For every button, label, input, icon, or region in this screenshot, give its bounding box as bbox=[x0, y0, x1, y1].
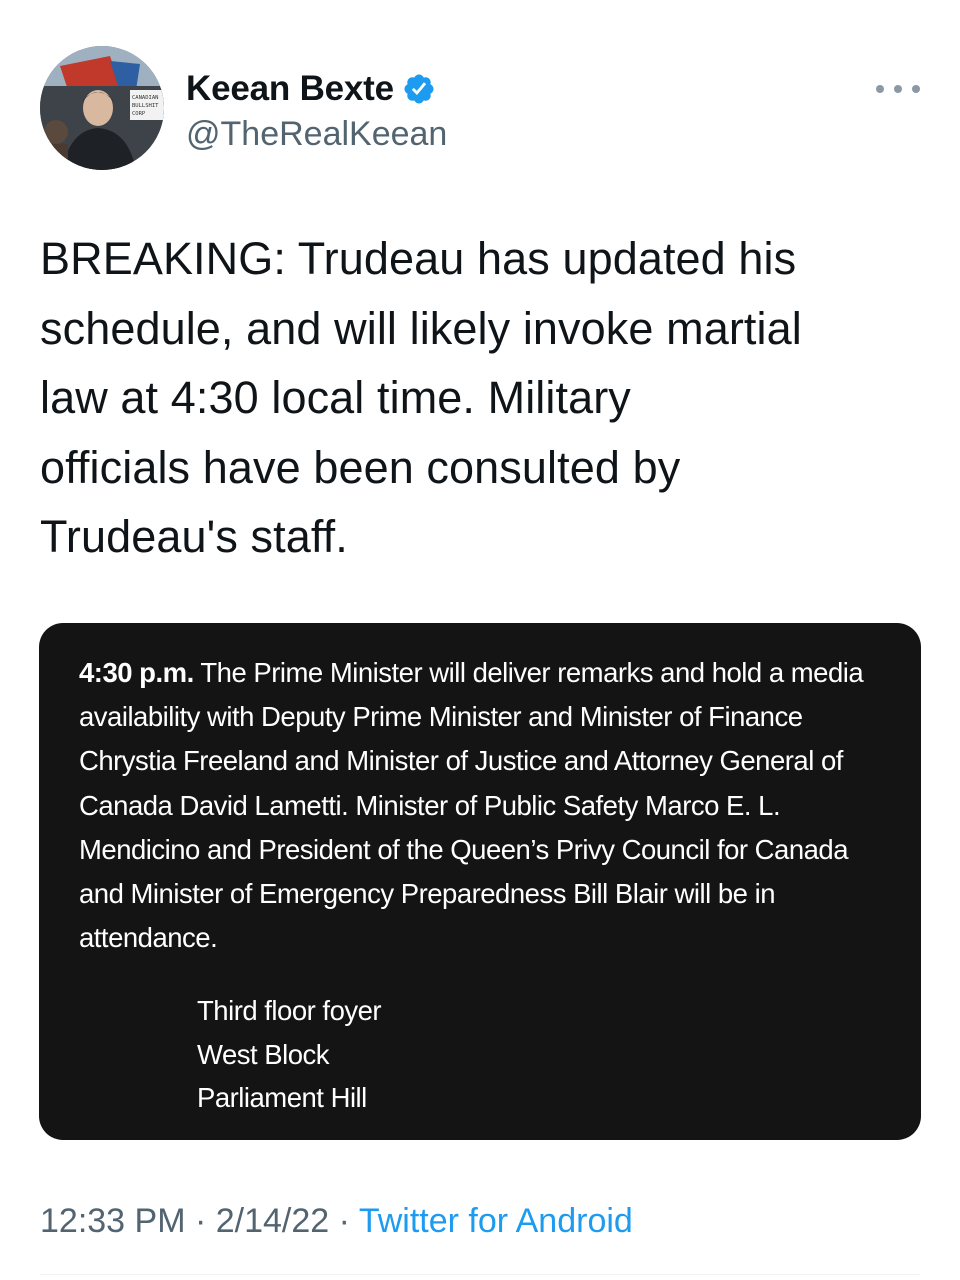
meta-separator: · bbox=[329, 1202, 359, 1240]
location-line: Parliament Hill bbox=[197, 1082, 367, 1113]
avatar-sign-line-3: CORP bbox=[132, 111, 146, 117]
location-line: Third floor foyer bbox=[197, 995, 382, 1026]
divider bbox=[40, 1274, 920, 1275]
display-name[interactable]: Keean Bexte bbox=[186, 68, 394, 110]
profile-photo: CANADIAN BULLSHIT CORP bbox=[40, 46, 164, 170]
media-location: Third floor foyer West Block Parliament … bbox=[197, 989, 382, 1120]
meta-separator: · bbox=[185, 1202, 216, 1240]
tweet-date[interactable]: 2/14/22 bbox=[216, 1202, 329, 1240]
avatar-sign-line-2: BULLSHIT bbox=[132, 103, 159, 109]
tweet: CANADIAN BULLSHIT CORP Keean Bexte @TheR… bbox=[0, 0, 960, 1280]
more-dot bbox=[876, 85, 884, 93]
more-dot bbox=[894, 85, 902, 93]
verified-badge-icon bbox=[402, 72, 436, 106]
media-schedule-paragraph: 4:30 p.m. The Prime Minister will delive… bbox=[79, 651, 879, 960]
more-options-icon[interactable] bbox=[876, 76, 920, 102]
more-dot bbox=[912, 85, 920, 93]
tweet-source-link[interactable]: Twitter for Android bbox=[359, 1202, 633, 1240]
tweet-time[interactable]: 12:33 PM bbox=[40, 1202, 186, 1240]
tweet-text: BREAKING: Trudeau has updated his schedu… bbox=[40, 233, 802, 562]
media-paragraph-text: The Prime Minister will deliver remarks … bbox=[79, 657, 864, 954]
author-handle[interactable]: @TheRealKeean bbox=[186, 113, 447, 155]
media-time-label: 4:30 p.m. bbox=[79, 657, 194, 688]
media-image[interactable]: 4:30 p.m. The Prime Minister will delive… bbox=[39, 623, 921, 1140]
avatar[interactable]: CANADIAN BULLSHIT CORP bbox=[40, 46, 164, 170]
tweet-meta: 12:33 PM · 2/14/22 · Twitter for Android bbox=[40, 1199, 633, 1243]
location-line: West Block bbox=[197, 1038, 330, 1070]
avatar-sign-line-1: CANADIAN bbox=[132, 95, 159, 101]
author-name-row[interactable]: Keean Bexte bbox=[186, 68, 436, 110]
